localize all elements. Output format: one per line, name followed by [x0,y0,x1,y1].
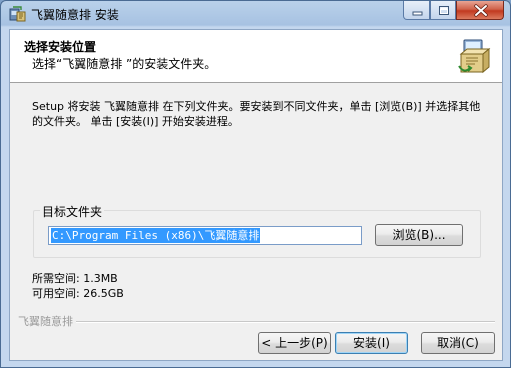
maximize-button[interactable] [430,1,456,20]
browse-button[interactable]: 浏览(B)... [375,224,463,246]
minimize-icon [412,11,423,16]
destination-path-value: C:\Program Files (x86)\飞翼随意排 [51,228,261,243]
space-available: 可用空间: 26.5GB [32,287,124,300]
cancel-button[interactable]: 取消(C) [421,332,495,354]
dialog-client-area: 选择安装位置 选择“飞翼随意排 ”的安装文件夹。 Setup 将安装 飞翼随意排… [9,29,503,361]
title-bar[interactable]: 飞翼随意排 安装 [1,1,510,28]
destination-folder-label: 目标文件夹 [40,203,105,220]
close-button[interactable] [456,1,504,20]
branding-text: 飞翼随意排 [18,313,76,329]
maximize-icon [439,6,449,15]
installer-window: 飞翼随意排 安装 选择安装位置 选择“飞翼随意排 ”的安装文件夹。 Setup … [0,0,511,368]
destination-path-input[interactable]: C:\Program Files (x86)\飞翼随意排 [48,226,362,245]
page-header: 选择安装位置 选择“飞翼随意排 ”的安装文件夹。 [10,30,502,83]
installer-package-icon [458,39,491,74]
minimize-button[interactable] [403,1,430,20]
footer-divider [18,321,495,323]
back-button[interactable]: < 上一步(P) [258,332,331,354]
space-required: 所需空间: 1.3MB [32,272,118,285]
page-title: 选择安装位置 [24,40,97,54]
page-subtitle: 选择“飞翼随意排 ”的安装文件夹。 [32,57,217,71]
install-button[interactable]: 安装(I) [335,332,408,354]
close-icon [474,4,488,17]
window-title: 飞翼随意排 安装 [31,8,119,22]
installer-icon [9,6,26,22]
instruction-text: Setup 将安装 飞翼随意排 在下列文件夹。要安装到不同文件夹，单击 [浏览(… [32,100,481,128]
